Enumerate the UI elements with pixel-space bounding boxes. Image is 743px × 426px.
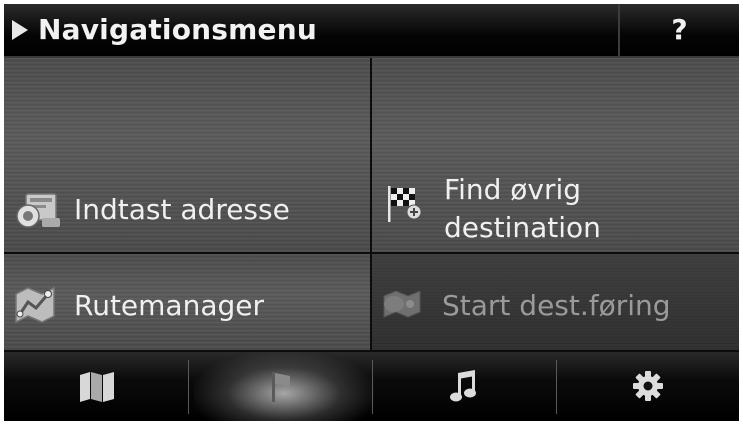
start-route-guidance-tile[interactable]: Start dest.føring	[372, 254, 739, 350]
flag-icon	[272, 372, 290, 402]
device-screen: Navigationsmenu ? Indtast adresse Find ø…	[4, 4, 739, 421]
route-manager-label: Rutemanager	[74, 289, 264, 322]
tab-music[interactable]	[373, 352, 556, 421]
music-note-icon	[450, 370, 476, 402]
gear-icon	[633, 371, 663, 401]
bottom-nav-bar	[4, 352, 739, 421]
address-book-icon	[16, 193, 60, 228]
page-title: Navigationsmenu	[38, 13, 317, 46]
find-other-destination-label-line2: destination	[444, 211, 601, 244]
enter-address-label: Indtast adresse	[74, 193, 290, 226]
map-icon	[80, 372, 114, 402]
tab-navigation[interactable]	[189, 352, 372, 421]
find-other-destination-tile[interactable]: Find øvrig destination	[372, 58, 739, 252]
find-other-destination-label-line1: Find øvrig	[444, 173, 582, 206]
help-button[interactable]: ?	[620, 4, 739, 56]
title-arrow-icon	[12, 20, 28, 40]
route-map-icon	[15, 286, 55, 324]
checkered-flag-icon	[388, 186, 422, 222]
route-manager-tile[interactable]: Rutemanager	[4, 254, 370, 350]
title-bar: Navigationsmenu ?	[4, 4, 739, 58]
tab-settings[interactable]	[557, 352, 739, 421]
start-route-guidance-label: Start dest.føring	[442, 289, 671, 322]
route-start-icon	[383, 290, 421, 318]
tab-map[interactable]	[4, 352, 188, 421]
enter-address-tile[interactable]: Indtast adresse	[4, 58, 370, 252]
